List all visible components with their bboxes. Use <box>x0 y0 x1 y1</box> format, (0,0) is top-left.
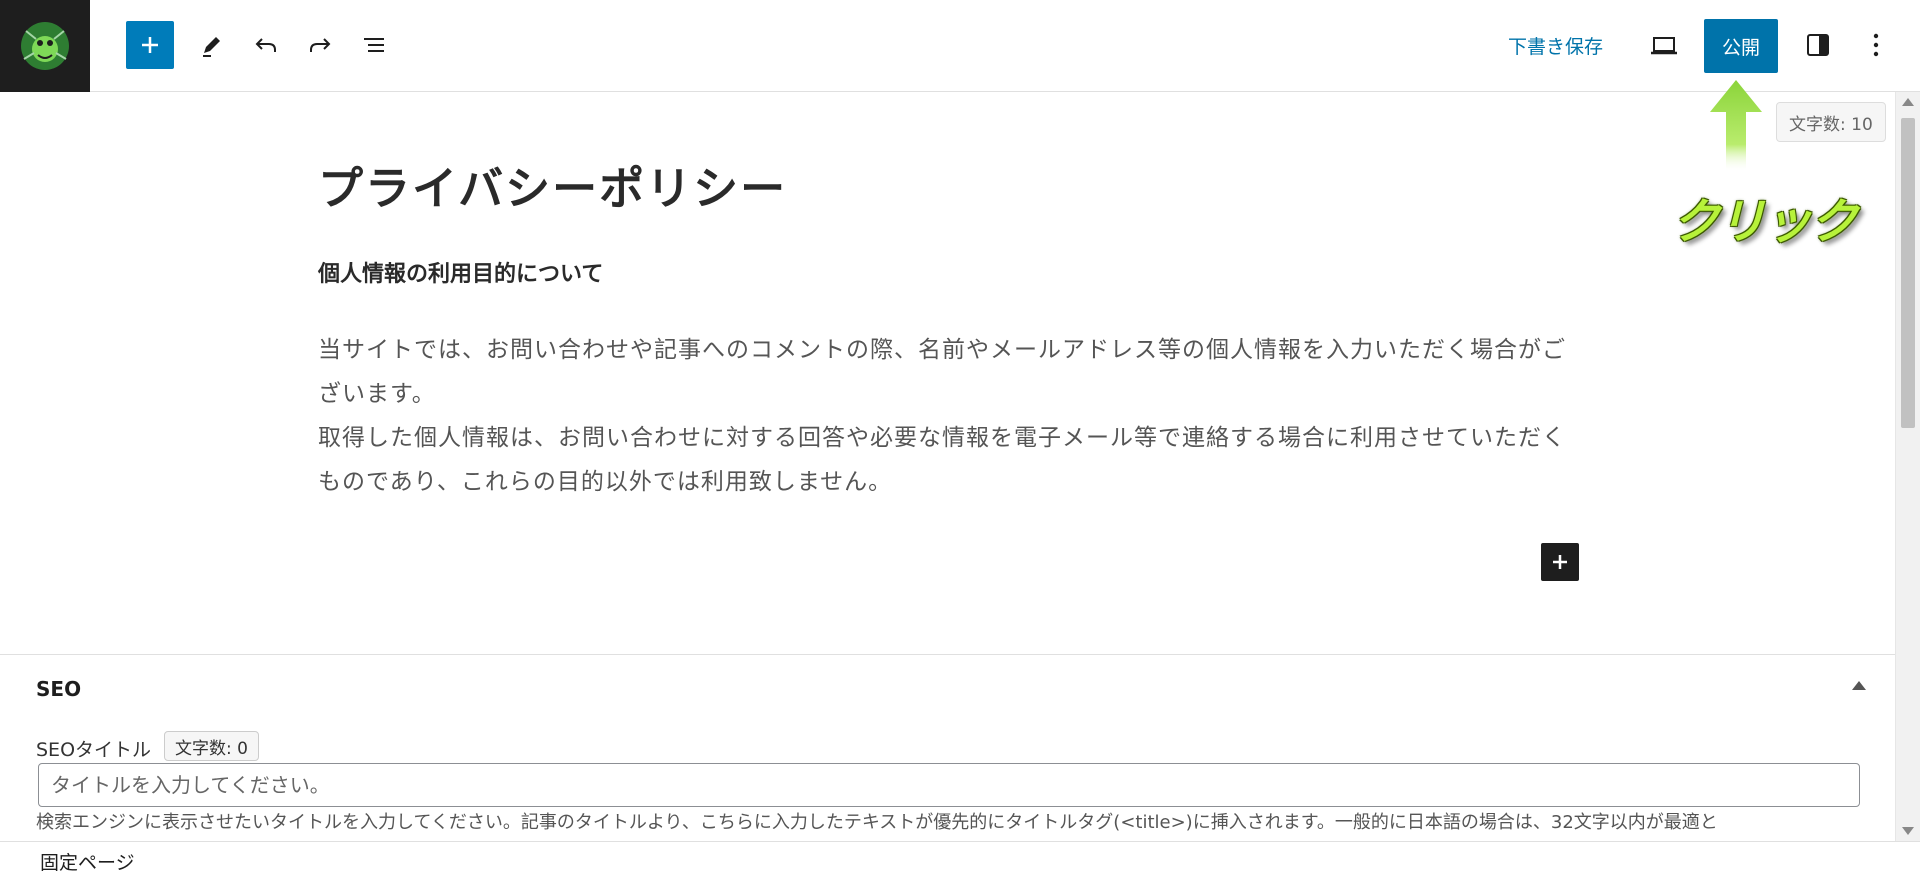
paragraph-line: 当サイトでは、お問い合わせや記事へのコメントの際、名前やメールアドレス等の個人情… <box>318 337 1566 363</box>
redo-icon <box>310 38 331 52</box>
redo-button[interactable] <box>296 21 344 69</box>
editor-header: 下書き保存 公開 <box>0 0 1920 92</box>
caret-up-icon[interactable] <box>1852 681 1866 690</box>
heading-block[interactable]: 個人情報の利用目的について <box>318 256 603 288</box>
scroll-down-arrow-icon[interactable] <box>1902 827 1914 835</box>
site-logo-icon <box>21 22 69 70</box>
site-logo-button[interactable] <box>0 0 90 92</box>
undo-icon <box>255 38 276 52</box>
seo-panel-title[interactable]: SEO <box>36 677 81 701</box>
paragraph-line: 取得した個人情報は、お問い合わせに対する回答や必要な情報を電子メール等で連絡する… <box>318 425 1566 451</box>
laptop-icon <box>1651 37 1677 55</box>
save-draft-button[interactable]: 下書き保存 <box>1496 27 1615 63</box>
preview-button[interactable] <box>1640 21 1688 69</box>
scroll-up-arrow-icon[interactable] <box>1902 98 1914 106</box>
seo-title-label: SEOタイトル <box>36 739 152 761</box>
paragraph-line: ざいます。 <box>318 381 436 407</box>
list-view-icon <box>364 38 384 52</box>
editor-canvas: プライバシーポリシー 個人情報の利用目的について 当サイトでは、お問い合わせや記… <box>0 80 1895 654</box>
char-count-badge: 文字数: 10 <box>1776 102 1886 142</box>
paragraph-block[interactable]: 当サイトでは、お問い合わせや記事へのコメントの際、名前やメールアドレス等の個人情… <box>318 328 1578 504</box>
plus-icon <box>142 37 158 53</box>
editor-scrollbar[interactable] <box>1895 92 1920 841</box>
tools-button[interactable] <box>188 21 236 69</box>
more-vertical-icon <box>1873 33 1879 57</box>
paragraph-line: ものであり、これらの目的以外では利用致しません。 <box>318 469 893 495</box>
settings-sidebar-button[interactable] <box>1794 21 1842 69</box>
add-block-button[interactable] <box>126 21 174 69</box>
seo-meta-panel: SEO SEOタイトル 文字数: 0 検索エンジンに表示させたいタイトルを入力し… <box>0 654 1895 841</box>
document-overview-button[interactable] <box>350 21 398 69</box>
seo-title-help-text: 検索エンジンに表示させたいタイトルを入力してください。記事のタイトルより、こちら… <box>36 812 1718 833</box>
click-annotation-label: クリック <box>1672 194 1858 250</box>
seo-title-input[interactable] <box>38 763 1860 807</box>
pencil-icon <box>203 37 220 57</box>
undo-button[interactable] <box>242 21 290 69</box>
scroll-thumb[interactable] <box>1901 118 1915 428</box>
publish-button[interactable]: 公開 <box>1704 19 1778 73</box>
plus-icon <box>1553 555 1567 569</box>
options-menu-button[interactable] <box>1852 21 1900 69</box>
arrow-up-icon <box>1710 80 1762 172</box>
inline-add-block-button[interactable] <box>1541 543 1579 581</box>
seo-title-char-count: 文字数: 0 <box>164 731 259 761</box>
breadcrumb[interactable]: 固定ページ <box>40 848 135 875</box>
sidebar-toggle-icon <box>1807 34 1829 56</box>
editor-footer: 固定ページ <box>0 841 1920 878</box>
post-title[interactable]: プライバシーポリシー <box>318 152 787 217</box>
